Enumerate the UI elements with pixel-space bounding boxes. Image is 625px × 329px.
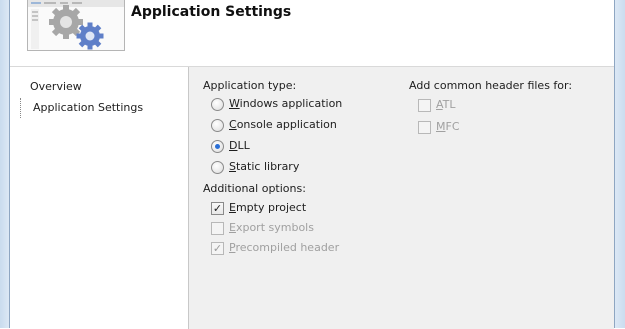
- checkbox-mfc[interactable]: MFC: [418, 119, 460, 135]
- nav-item-overview[interactable]: Overview: [20, 77, 186, 97]
- radio-button-icon: [211, 97, 224, 111]
- checkbox-label: Precompiled header: [229, 241, 340, 254]
- checkbox-export-symbols[interactable]: Export symbols: [211, 220, 314, 236]
- wizard-nav: Overview Application Settings: [10, 67, 189, 329]
- nav-item-label: Overview: [30, 80, 82, 93]
- checkbox-checked-icon: ✓: [211, 241, 224, 255]
- checkbox-atl[interactable]: ATL: [418, 97, 456, 113]
- radio-button-icon: [211, 160, 224, 174]
- wizard-content: Overview Application Settings Applicatio…: [10, 66, 614, 329]
- gears-icon: [28, 0, 124, 50]
- checkbox-icon: [418, 98, 431, 112]
- radio-label: Windows application: [229, 97, 343, 110]
- radio-label: Console application: [229, 118, 337, 131]
- nav-item-application-settings[interactable]: Application Settings: [20, 98, 186, 118]
- checkbox-icon: [418, 120, 431, 134]
- checkbox-label: Empty project: [229, 201, 307, 214]
- checkbox-empty-project[interactable]: ✓ Empty project: [211, 200, 306, 216]
- checkbox-label: MFC: [436, 120, 460, 133]
- page-title: Application Settings: [131, 4, 292, 20]
- radio-button-checked-icon: [211, 139, 224, 153]
- radio-dll[interactable]: DLL: [211, 138, 250, 154]
- checkbox-label: ATL: [436, 98, 456, 111]
- checkbox-label: Export symbols: [229, 221, 314, 234]
- header-image: [27, 0, 125, 51]
- common-headers-label: Add common header files for:: [409, 79, 573, 92]
- window-frame-right: [614, 0, 625, 328]
- radio-static-library[interactable]: Static library: [211, 159, 299, 175]
- radio-label: DLL: [229, 139, 250, 152]
- radio-label: Static library: [229, 160, 300, 173]
- radio-button-icon: [211, 118, 224, 132]
- window-frame-left: [0, 0, 10, 328]
- checkbox-precompiled-header[interactable]: ✓ Precompiled header: [211, 240, 339, 256]
- application-type-label: Application type:: [203, 79, 297, 92]
- checkbox-checked-icon: ✓: [211, 201, 224, 215]
- wizard-header: Application Settings: [10, 0, 614, 66]
- nav-item-label: Application Settings: [33, 101, 144, 114]
- radio-console-application[interactable]: Console application: [211, 117, 337, 133]
- radio-windows-application[interactable]: Windows application: [211, 96, 342, 112]
- additional-options-label: Additional options:: [203, 182, 306, 195]
- checkbox-icon: [211, 221, 224, 235]
